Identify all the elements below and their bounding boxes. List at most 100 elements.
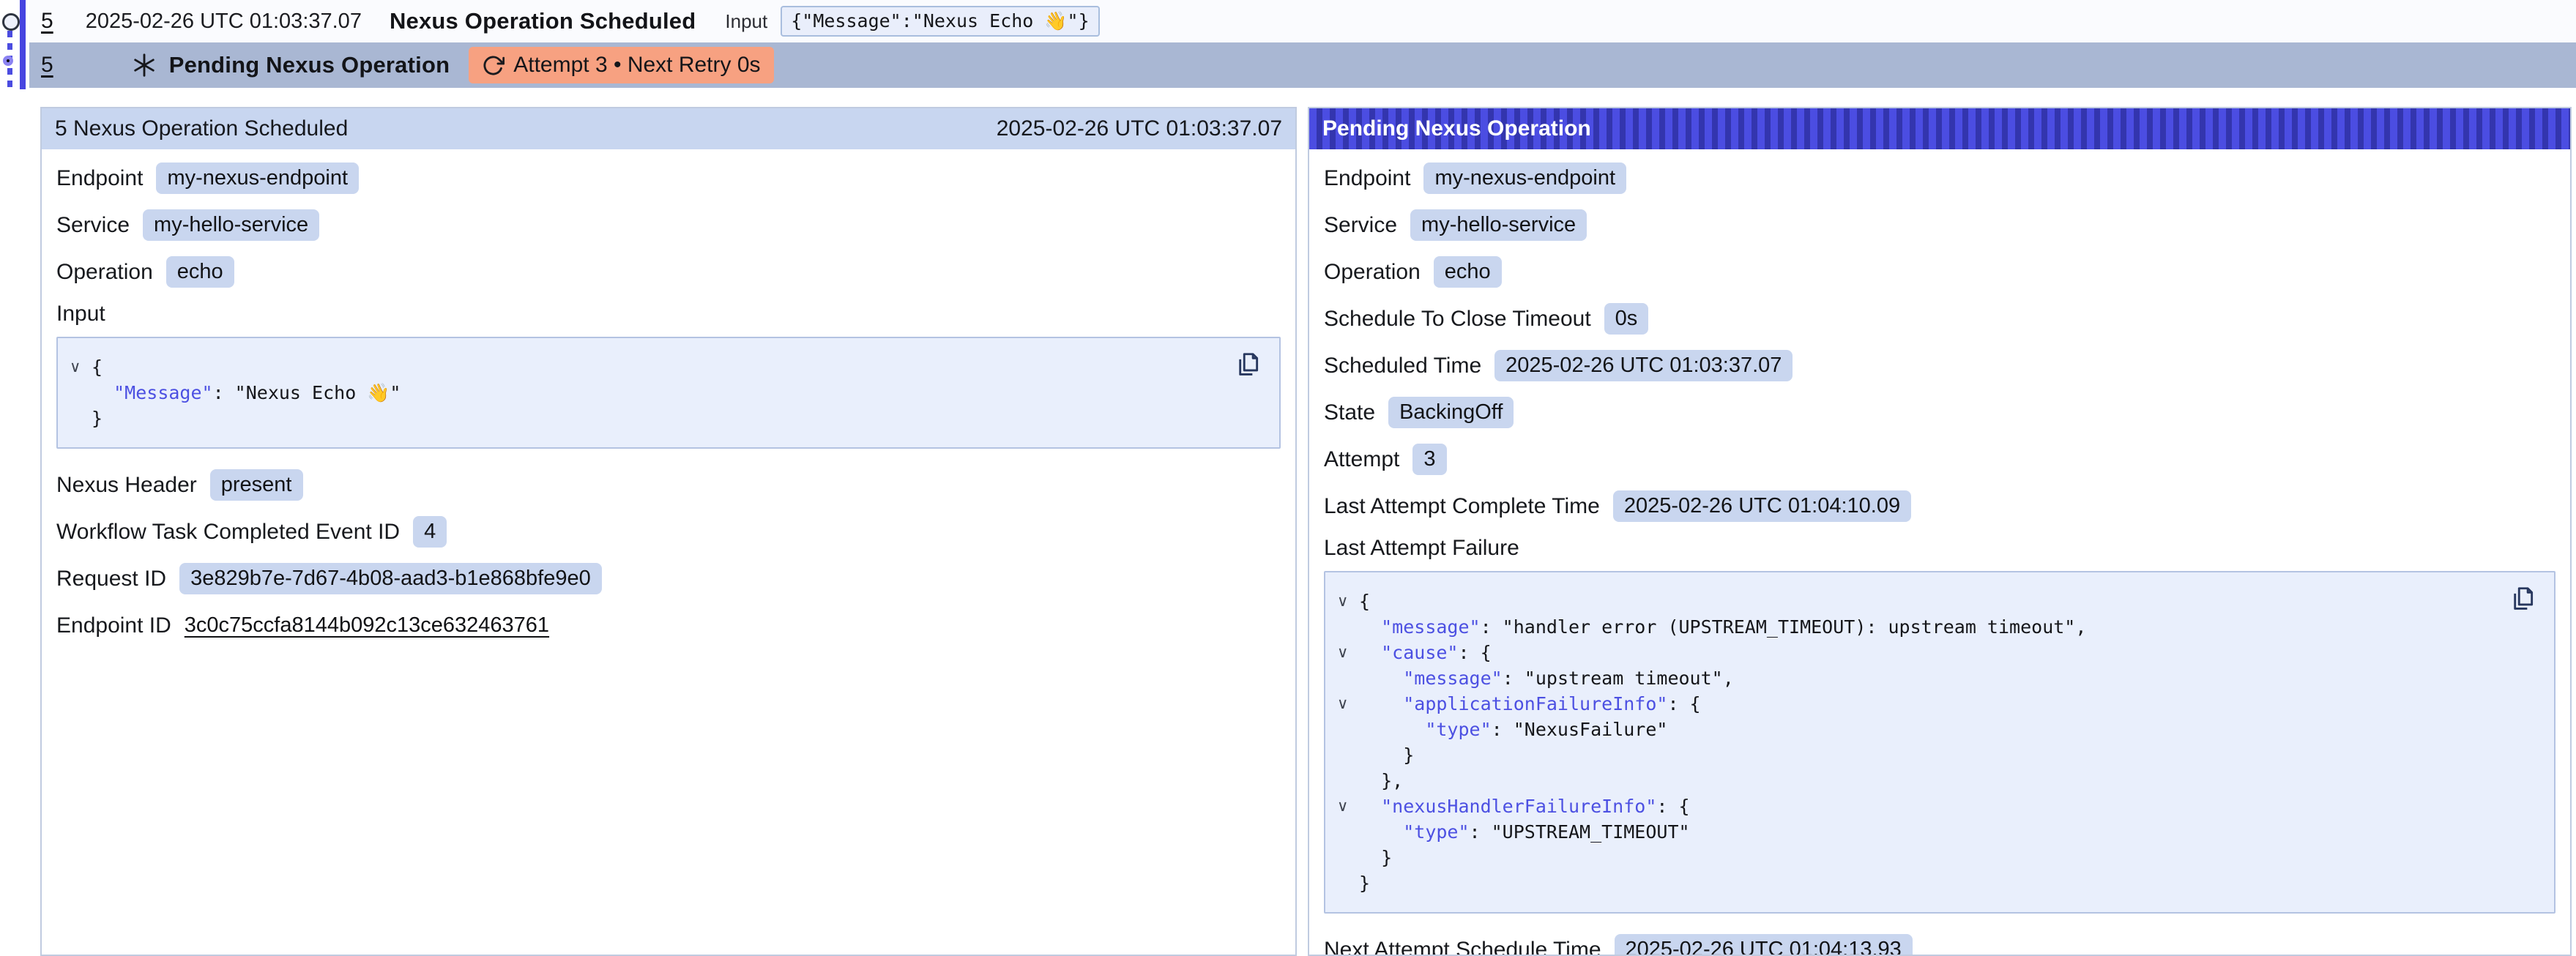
json-gutter — [1325, 845, 1359, 870]
field-label: Service — [1324, 213, 1397, 238]
detail-field-row: Operationecho — [1324, 255, 2555, 289]
card-header-title: 5 Nexus Operation Scheduled — [55, 116, 348, 141]
detail-field-row: Endpoint ID 3c0c75ccfa8144b092c13ce632463… — [56, 608, 1281, 643]
json-code: } — [1359, 742, 1414, 768]
collapse-chevron-icon[interactable]: ∨ — [58, 354, 92, 380]
json-code: "message": "handler error (UPSTREAM_TIME… — [1359, 614, 2086, 640]
collapse-chevron-icon[interactable]: ∨ — [1325, 793, 1359, 819]
detail-field-row: Workflow Task Completed Event ID4 — [56, 515, 1281, 549]
collapse-chevron-icon[interactable]: ∨ — [1325, 589, 1359, 614]
json-code: { — [1359, 589, 1370, 614]
event-detail-card-header: 5 Nexus Operation Scheduled 2025-02-26 U… — [42, 108, 1295, 149]
field-value-badge: present — [210, 469, 303, 501]
pending-asterisk-icon — [131, 52, 157, 78]
detail-field-row: Last Attempt Complete Time 2025-02-26 UTC… — [1324, 489, 2555, 523]
json-gutter — [58, 380, 92, 406]
event-row-nexus-operation-scheduled[interactable]: 5 2025-02-26 UTC 01:03:37.07 Nexus Opera… — [29, 0, 2576, 42]
field-value-badge: my-hello-service — [1410, 209, 1587, 241]
field-label: Scheduled Time — [1324, 354, 1481, 378]
field-label: Attempt — [1324, 447, 1399, 472]
retry-icon — [482, 54, 505, 77]
detail-field-row: Next Attempt Schedule Time2025-02-26 UTC… — [1324, 933, 2555, 956]
json-code: "message": "upstream timeout", — [1359, 665, 1734, 691]
field-label: Next Attempt Schedule Time — [1324, 938, 1601, 956]
json-code: "applicationFailureInfo": { — [1359, 691, 1701, 717]
event-input-label: Input — [725, 10, 767, 33]
failure-block-label: Last Attempt Failure — [1324, 536, 2555, 561]
detail-field-row: Endpoint my-nexus-endpoint — [56, 161, 1281, 195]
json-gutter — [58, 406, 92, 431]
event-detail-card: 5 Nexus Operation Scheduled 2025-02-26 U… — [40, 107, 1297, 956]
pending-operation-card-header: Pending Nexus Operation — [1309, 108, 2570, 149]
detail-field-row: Operation echo — [56, 255, 1281, 289]
event-row-pending-nexus-operation[interactable]: 5 Pending Nexus Operation Attempt 3 • Ne… — [29, 42, 2576, 88]
timeline-node-open-icon — [2, 13, 20, 31]
event-title: Nexus Operation Scheduled — [390, 8, 696, 34]
field-value-badge: 2025-02-26 UTC 01:04:10.09 — [1613, 490, 1911, 522]
field-label: State — [1324, 400, 1375, 425]
field-label: Nexus Header — [56, 473, 197, 498]
card-header-title: Pending Nexus Operation — [1322, 116, 1591, 141]
field-value-badge: 2025-02-26 UTC 01:03:37.07 — [1494, 350, 1793, 381]
detail-field-row: Attempt 3 — [1324, 442, 2555, 477]
pending-event-title: Pending Nexus Operation — [169, 52, 450, 78]
field-value-badge: 3e829b7e-7d67-4b08-aad3-b1e868bfe9e0 — [179, 563, 602, 594]
json-line: } — [1325, 870, 2495, 896]
field-label: Endpoint — [56, 166, 143, 191]
detail-field-row: Endpoint my-nexus-endpoint — [1324, 161, 2555, 195]
json-gutter — [1325, 665, 1359, 691]
json-line: } — [1325, 742, 2495, 768]
card-header-timestamp: 2025-02-26 UTC 01:03:37.07 — [997, 116, 1282, 141]
field-value-badge: echo — [166, 256, 234, 288]
field-label: Endpoint ID — [56, 613, 171, 638]
field-value-badge: echo — [1434, 256, 1502, 288]
retry-attempt-badge: Attempt 3 • Next Retry 0s — [469, 47, 773, 83]
json-line: "message": "upstream timeout", — [1325, 665, 2495, 691]
json-line: ∨ "applicationFailureInfo": { — [1325, 691, 2495, 717]
json-line: }, — [1325, 768, 2495, 793]
json-code: "type": "UPSTREAM_TIMEOUT" — [1359, 819, 1690, 845]
field-label: Last Attempt Complete Time — [1324, 494, 1600, 519]
json-line: ∨{ — [58, 354, 1221, 380]
collapse-chevron-icon[interactable]: ∨ — [1325, 640, 1359, 665]
detail-field-row: Scheduled Time 2025-02-26 UTC 01:03:37.07 — [1324, 348, 2555, 383]
input-block-label: Input — [56, 302, 1281, 326]
event-id-link[interactable]: 5 — [41, 53, 53, 78]
workflow-event-history-screen: 5 2025-02-26 UTC 01:03:37.07 Nexus Opera… — [0, 0, 2576, 956]
event-input-chip: {"Message":"Nexus Echo 👋"} — [781, 6, 1099, 37]
detail-field-row: Service my-hello-service — [1324, 208, 2555, 242]
field-value-link[interactable]: 3c0c75ccfa8144b092c13ce632463761 — [185, 613, 549, 638]
json-code: { — [92, 354, 103, 380]
json-line: ∨ "cause": { — [1325, 640, 2495, 665]
json-gutter — [1325, 717, 1359, 742]
json-line: ∨{ — [1325, 589, 2495, 614]
field-value-badge: my-hello-service — [143, 209, 319, 241]
event-timestamp: 2025-02-26 UTC 01:03:37.07 — [86, 10, 362, 34]
field-value-badge: 3 — [1412, 444, 1446, 475]
copy-icon[interactable] — [1234, 350, 1263, 379]
json-line: "message": "handler error (UPSTREAM_TIME… — [1325, 614, 2495, 640]
detail-field-row: Service my-hello-service — [56, 208, 1281, 242]
input-json-viewer: ∨{ "Message": "Nexus Echo 👋"} — [56, 337, 1281, 449]
field-label: Workflow Task Completed Event ID — [56, 520, 400, 545]
pending-operation-card: Pending Nexus Operation Endpoint my-nexus… — [1308, 107, 2572, 956]
json-line: "type": "NexusFailure" — [1325, 717, 2495, 742]
field-value-badge: my-nexus-endpoint — [156, 163, 359, 194]
detail-field-row: Request ID3e829b7e-7d67-4b08-aad3-b1e868… — [56, 561, 1281, 596]
collapse-chevron-icon[interactable]: ∨ — [1325, 691, 1359, 717]
event-id-link[interactable]: 5 — [41, 9, 53, 34]
field-label: Endpoint — [1324, 166, 1410, 191]
field-label: Schedule To Close Timeout — [1324, 307, 1591, 332]
json-code: }, — [1359, 768, 1403, 793]
field-label: Operation — [56, 260, 153, 285]
field-value-badge: 0s — [1604, 303, 1649, 335]
json-code: } — [92, 406, 103, 431]
json-code: } — [1359, 845, 1392, 870]
detail-field-row: StateBackingOff — [1324, 395, 2555, 430]
copy-icon[interactable] — [2509, 584, 2538, 613]
json-code: "type": "NexusFailure" — [1359, 717, 1667, 742]
field-value-badge: my-nexus-endpoint — [1423, 163, 1626, 194]
timeline-active-bar — [20, 0, 26, 89]
json-gutter — [1325, 614, 1359, 640]
field-label: Service — [56, 213, 130, 238]
